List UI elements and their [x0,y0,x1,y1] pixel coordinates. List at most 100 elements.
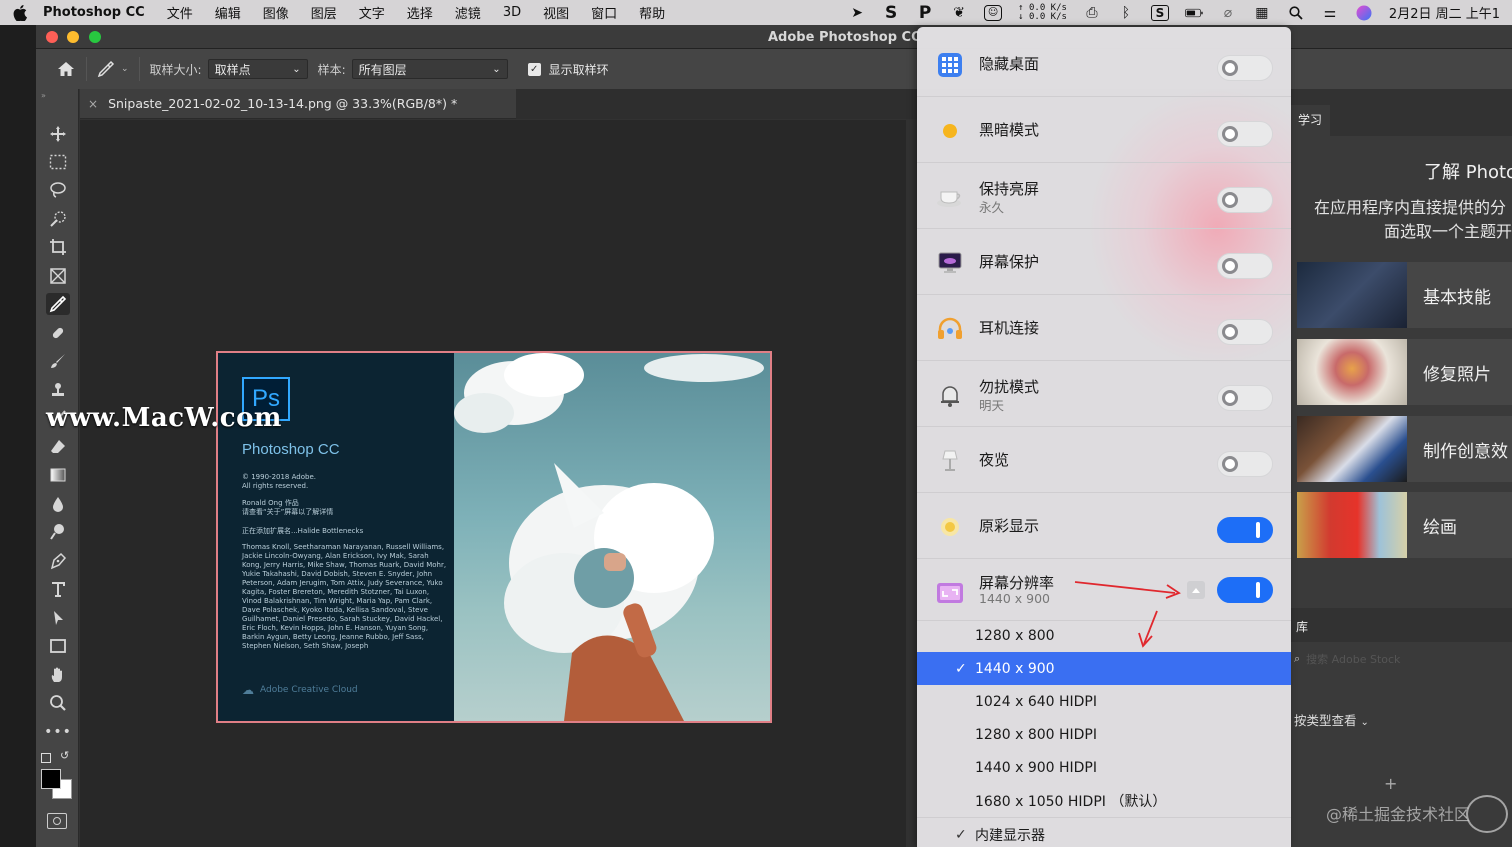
sample-select[interactable]: 所有图层 ⌄ [351,59,508,79]
resolution-option[interactable]: 1280 x 800 [917,619,1291,652]
builtin-display-option[interactable]: ✓ 内建显示器 [917,818,1291,847]
menu-layer[interactable]: 图层 [311,3,337,22]
close-tab-icon[interactable]: × [88,97,98,111]
move-tool-icon[interactable] [46,123,70,145]
type-tool-icon[interactable] [46,578,70,600]
toggle-row-do-not-disturb[interactable]: 勿扰模式 明天 [917,361,1291,427]
resolution-option[interactable]: 1280 x 800 HIDPI [917,718,1291,751]
resolution-option[interactable]: 1024 x 640 HIDPI [917,685,1291,718]
menu-window[interactable]: 窗口 [591,3,617,22]
toggle-row-keep-awake[interactable]: 保持亮屏 永久 [917,163,1291,229]
view-by-type-dropdown[interactable]: 按类型查看 ⌄ [1294,710,1369,729]
bluetooth-icon[interactable]: ᛒ [1117,5,1135,21]
resolution-option-selected[interactable]: ✓ 1440 x 900 [917,652,1291,685]
crop-tool-icon[interactable] [46,236,70,258]
eyedropper-preset-icon[interactable]: ⌄ [97,60,129,78]
learn-card-fix-photos[interactable]: 修复照片 [1297,339,1512,405]
zoom-tool-icon[interactable] [46,692,70,714]
toggle-row-resolution[interactable]: 屏幕分辨率 1440 x 900 [917,559,1291,621]
toggle-row-screensaver[interactable]: 屏幕保护 [917,229,1291,295]
s-box-icon[interactable]: S [1150,4,1169,21]
do-not-disturb-toggle[interactable] [1217,385,1273,411]
add-content-icon[interactable]: + [1384,774,1397,793]
menu-select[interactable]: 选择 [407,3,433,22]
app-name-menu[interactable]: Photoshop CC [43,5,145,20]
screen-share-icon[interactable]: ⎙ [1083,5,1101,21]
siri-icon[interactable] [1355,5,1373,21]
healing-brush-tool-icon[interactable] [46,322,70,344]
screensaver-toggle[interactable] [1217,253,1273,279]
default-colors-icon[interactable] [41,753,51,763]
spotlight-search-icon[interactable] [1287,5,1305,21]
toggle-row-hide-desktop[interactable]: 隐藏桌面 [917,31,1291,97]
apple-menu-icon[interactable] [8,4,32,21]
zoom-window-button[interactable] [89,31,101,43]
dark-mode-toggle[interactable] [1217,121,1273,147]
bird-icon[interactable]: ❦ [950,5,968,21]
lasso-tool-icon[interactable] [46,179,70,201]
quick-mask-icon[interactable] [47,813,67,829]
keep-awake-toggle[interactable] [1217,187,1273,213]
learn-card-painting[interactable]: 绘画 [1297,492,1512,558]
close-window-button[interactable] [46,31,58,43]
clone-stamp-tool-icon[interactable] [46,379,70,401]
learn-card-basics[interactable]: 基本技能 [1297,262,1512,328]
menu-filter[interactable]: 滤镜 [455,3,481,22]
toggle-row-night-shift[interactable]: 夜览 [917,427,1291,493]
blur-tool-icon[interactable] [46,493,70,515]
brush-tool-icon[interactable] [46,350,70,372]
tab-library[interactable]: 库 [1296,618,1308,635]
marquee-tool-icon[interactable] [46,151,70,173]
rectangle-tool-icon[interactable] [46,635,70,657]
sample-size-select[interactable]: 取样点 ⌄ [207,59,308,79]
wifi-off-icon[interactable]: ⌀ [1219,5,1237,21]
resolution-option[interactable]: 1440 x 900 HIDPI [917,751,1291,784]
frame-tool-icon[interactable] [46,265,70,287]
panel-collapse-icon[interactable]: » [41,91,46,100]
control-center-icon[interactable]: ⚌ [1321,5,1339,21]
window-layout-icon[interactable]: ▦ [1253,5,1271,21]
tab-learn[interactable]: 学习 [1290,105,1331,136]
menu-view[interactable]: 视图 [543,3,569,22]
more-tools-icon[interactable]: ••• [44,721,71,743]
battery-icon[interactable] [1184,5,1203,21]
foreground-color-swatch[interactable] [41,769,61,789]
resolution-option[interactable]: 1680 x 1050 HIDPI （默认） [917,784,1291,817]
menu-3d[interactable]: 3D [503,5,521,20]
hide-desktop-toggle[interactable] [1217,55,1273,81]
path-select-tool-icon[interactable] [46,607,70,629]
home-icon[interactable] [56,61,76,77]
night-shift-toggle[interactable] [1217,451,1273,477]
menu-clock[interactable]: 2月2日 周二 上午1 [1389,3,1500,22]
eyedropper-tool-icon[interactable] [46,293,70,315]
show-ring-checkbox[interactable]: ✓ [527,62,541,76]
pen-tool-icon[interactable] [46,550,70,572]
menu-type[interactable]: 文字 [359,3,385,22]
gradient-tool-icon[interactable] [46,464,70,486]
collapse-arrow-button[interactable] [1187,581,1205,599]
paper-plane-icon[interactable]: ➤ [848,5,866,21]
toggle-row-headphones[interactable]: 耳机连接 [917,295,1291,361]
headphones-toggle[interactable] [1217,319,1273,345]
document-tab[interactable]: × Snipaste_2021-02-02_10-13-14.png @ 33.… [80,89,516,119]
dodge-tool-icon[interactable] [46,521,70,543]
stock-search-field[interactable]: ⌕ 搜索 Adobe Stock [1294,648,1508,670]
resolution-toggle[interactable] [1217,577,1273,603]
s-app-icon[interactable]: S [882,3,900,23]
menu-extra-icon[interactable]: ☺ [984,4,1003,21]
swap-colors-icon[interactable]: ↺ [60,749,69,762]
hand-tool-icon[interactable] [46,664,70,686]
minimize-window-button[interactable] [67,31,79,43]
menu-image[interactable]: 图像 [263,3,289,22]
learn-card-creative-effects[interactable]: 制作创意效 [1297,416,1512,482]
menu-file[interactable]: 文件 [167,3,193,22]
splash-product-name: Photoshop CC [242,441,340,458]
menu-help[interactable]: 帮助 [639,3,665,22]
toggle-row-true-tone[interactable]: 原彩显示 [917,493,1291,559]
eraser-tool-icon[interactable] [46,436,70,458]
quick-select-tool-icon[interactable] [46,208,70,230]
menu-edit[interactable]: 编辑 [215,3,241,22]
toggle-row-dark-mode[interactable]: 黑暗模式 [917,97,1291,163]
true-tone-toggle[interactable] [1217,517,1273,543]
p-app-icon[interactable]: P [916,3,934,23]
